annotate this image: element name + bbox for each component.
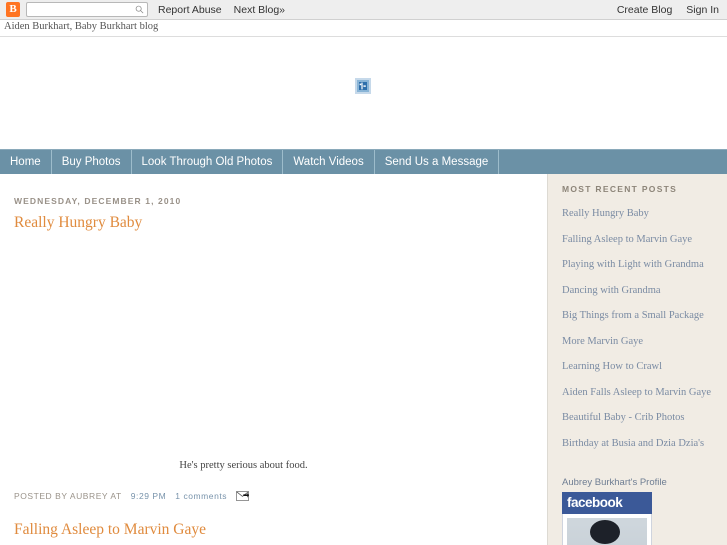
facebook-brand-label: facebook (562, 491, 652, 514)
tab-send-us-a-message[interactable]: Send Us a Message (375, 150, 500, 174)
sidebar-post-link[interactable]: Aiden Falls Asleep to Marvin Gaye (562, 387, 711, 398)
list-item: Learning How to Crawl (562, 356, 715, 374)
facebook-widget: Aubrey Burkhart's Profile facebook (562, 477, 715, 545)
tab-watch-videos[interactable]: Watch Videos (283, 150, 375, 174)
search-input[interactable] (30, 4, 135, 15)
list-item: More Marvin Gaye (562, 331, 715, 349)
tab-buy-photos[interactable]: Buy Photos (52, 150, 132, 174)
facebook-badge[interactable]: facebook (562, 491, 652, 545)
post-time[interactable]: 9:29 PM (131, 491, 167, 501)
list-item: Aiden Falls Asleep to Marvin Gaye (562, 382, 715, 400)
post-title[interactable]: Really Hungry Baby (14, 214, 533, 232)
blogger-logo-icon[interactable]: B (6, 2, 20, 17)
post-title[interactable]: Falling Asleep to Marvin Gaye (14, 521, 533, 539)
blog-header-banner (0, 37, 727, 149)
search-box[interactable] (26, 2, 148, 17)
post-media-embed[interactable] (14, 238, 533, 460)
post-author-label: POSTED BY AUBREY AT (14, 491, 122, 501)
next-blog-link[interactable]: Next Blog» (234, 4, 285, 16)
facebook-profile-header: Aubrey Burkhart's Profile (562, 476, 667, 488)
create-blog-link[interactable]: Create Blog (617, 4, 672, 16)
post-caption: He's pretty serious about food. (179, 460, 308, 471)
list-item: Really Hungry Baby (562, 203, 715, 221)
navbar-right-group: Create Blog Sign In (603, 0, 719, 20)
broken-image-icon (355, 78, 371, 94)
tab-look-through-old-photos[interactable]: Look Through Old Photos (132, 150, 284, 174)
sidebar-post-link[interactable]: Birthday at Busia and Dzia Dzia's (562, 438, 704, 449)
email-post-icon[interactable] (236, 491, 250, 501)
sidebar-post-link[interactable]: Big Things from a Small Package (562, 310, 704, 321)
post-comments-link[interactable]: 1 comments (175, 491, 227, 501)
list-item: Dancing with Grandma (562, 280, 715, 298)
post-footer: POSTED BY AUBREY AT 9:29 PM 1 comments (14, 471, 533, 501)
sidebar-post-link[interactable]: More Marvin Gaye (562, 336, 643, 347)
blog-subtitle: Aiden Burkhart, Baby Burkhart blog (0, 20, 727, 37)
sidebar-post-link[interactable]: Beautiful Baby - Crib Photos (562, 412, 685, 423)
list-item: Big Things from a Small Package (562, 305, 715, 323)
post-date: WEDNESDAY, DECEMBER 1, 2010 (14, 196, 182, 206)
tab-home[interactable]: Home (0, 150, 52, 174)
sidebar: MOST RECENT POSTS Really Hungry Baby Fal… (548, 174, 727, 545)
sidebar-post-link[interactable]: Playing with Light with Grandma (562, 259, 704, 270)
sign-in-link[interactable]: Sign In (686, 4, 719, 16)
sidebar-recent-posts-header: MOST RECENT POSTS (562, 184, 678, 194)
list-item: Birthday at Busia and Dzia Dzia's (562, 433, 715, 451)
blogger-navbar: B Report Abuse Next Blog» Create Blog Si… (0, 0, 727, 20)
sidebar-post-link[interactable]: Learning How to Crawl (562, 361, 662, 372)
sidebar-post-link[interactable]: Really Hungry Baby (562, 208, 649, 219)
main-navigation-tabs: Home Buy Photos Look Through Old Photos … (0, 149, 727, 174)
post-divider (0, 501, 547, 521)
main-content-column: WEDNESDAY, DECEMBER 1, 2010 Really Hungr… (0, 174, 548, 545)
facebook-profile-photo[interactable] (567, 517, 647, 545)
sidebar-recent-posts-list: Really Hungry Baby Falling Asleep to Mar… (562, 203, 715, 451)
list-item: Falling Asleep to Marvin Gaye (562, 229, 715, 247)
list-item: Beautiful Baby - Crib Photos (562, 407, 715, 425)
list-item: Playing with Light with Grandma (562, 254, 715, 272)
sidebar-post-link[interactable]: Dancing with Grandma (562, 285, 661, 296)
page-body: WEDNESDAY, DECEMBER 1, 2010 Really Hungr… (0, 174, 727, 545)
report-abuse-link[interactable]: Report Abuse (158, 4, 222, 16)
blog-post: Falling Asleep to Marvin Gaye (0, 521, 547, 539)
sidebar-post-link[interactable]: Falling Asleep to Marvin Gaye (562, 234, 692, 245)
search-icon (135, 5, 144, 14)
blog-post: WEDNESDAY, DECEMBER 1, 2010 Really Hungr… (0, 174, 547, 501)
facebook-photo-frame (562, 513, 652, 545)
